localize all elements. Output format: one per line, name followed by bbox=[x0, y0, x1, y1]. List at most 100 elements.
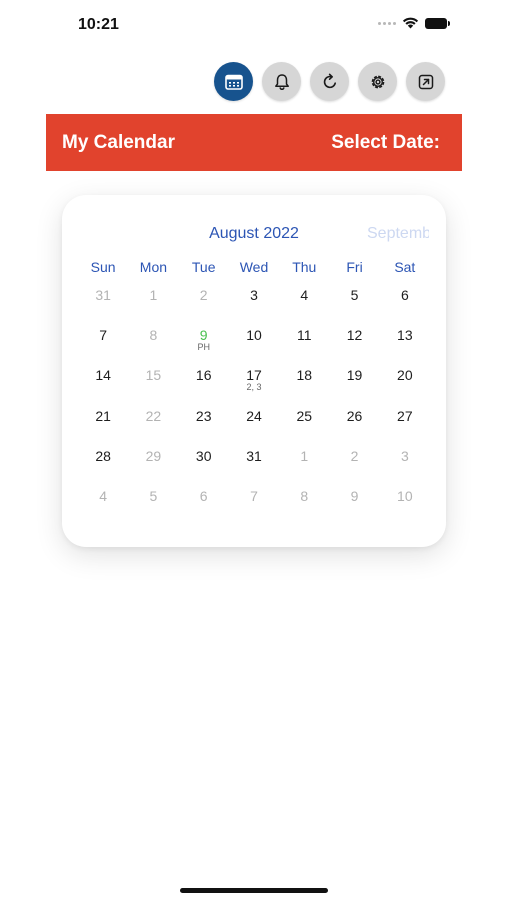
calendar-day[interactable]: 27 bbox=[380, 396, 430, 436]
day-number: 25 bbox=[296, 407, 313, 424]
calendar-day[interactable]: 3 bbox=[229, 275, 279, 315]
day-number: 21 bbox=[95, 407, 111, 424]
calendar-card: August 2022 September Sun Mon Tue Wed Th… bbox=[62, 195, 446, 547]
weekday-label: Sun bbox=[90, 259, 116, 275]
day-number: 13 bbox=[397, 327, 413, 344]
calendar-day[interactable]: 1 bbox=[128, 275, 178, 315]
day-number: 6 bbox=[400, 287, 409, 303]
days-grid: 31 1 2 3 4 5 6 7 8 9 PH 10 11 12 13 14 15 16 17 2, 3 18 19 20 2… bbox=[78, 275, 430, 516]
weekday-header: Sun Mon Tue Wed Thu Fri Sat bbox=[78, 259, 430, 275]
day-number: 4 bbox=[99, 487, 108, 504]
calendar-day[interactable]: 31 bbox=[229, 436, 279, 476]
share-button[interactable] bbox=[406, 62, 445, 101]
refresh-icon bbox=[323, 73, 336, 88]
calendar-day[interactable]: 2 bbox=[179, 275, 229, 315]
calendar-day[interactable]: 17 2, 3 bbox=[229, 355, 279, 395]
day-number: 6 bbox=[199, 487, 208, 504]
next-month-preview[interactable]: September bbox=[367, 225, 429, 243]
calendar-day[interactable]: 9 PH bbox=[179, 315, 229, 355]
day-number: 3 bbox=[250, 287, 258, 303]
calendar-day[interactable]: 6 bbox=[179, 476, 229, 516]
calendar-day[interactable]: 22 bbox=[128, 396, 178, 436]
calendar-day[interactable]: 3 bbox=[380, 436, 430, 476]
day-number: 18 bbox=[296, 367, 313, 384]
status-bar: 10:21 bbox=[0, 0, 507, 50]
day-number: 5 bbox=[350, 287, 359, 303]
day-number: 7 bbox=[250, 487, 258, 504]
calendar-day[interactable]: 23 bbox=[179, 396, 229, 436]
calendar-day[interactable]: 16 bbox=[179, 355, 229, 395]
page-title: My Calendar bbox=[62, 132, 175, 153]
calendar-day[interactable]: 8 bbox=[279, 476, 329, 516]
calendar-day[interactable]: 10 bbox=[229, 315, 279, 355]
wifi-icon bbox=[402, 17, 419, 29]
day-event-note: 2, 3 bbox=[246, 382, 262, 393]
calendar-day[interactable]: 6 bbox=[380, 275, 430, 315]
day-number: 4 bbox=[300, 287, 309, 303]
calendar-day[interactable]: 8 bbox=[128, 315, 178, 355]
calendar-day[interactable]: 2 bbox=[329, 436, 379, 476]
calendar-day[interactable]: 5 bbox=[329, 275, 379, 315]
weekday-label: Wed bbox=[239, 259, 269, 275]
calendar-day[interactable]: 30 bbox=[179, 436, 229, 476]
day-number: 30 bbox=[195, 447, 212, 464]
day-number: 2 bbox=[350, 447, 359, 464]
home-indicator bbox=[180, 888, 328, 893]
calendar-day[interactable]: 11 bbox=[279, 315, 329, 355]
refresh-button[interactable] bbox=[310, 62, 349, 101]
calendar-day[interactable]: 21 bbox=[78, 396, 128, 436]
day-number: 10 bbox=[246, 327, 262, 344]
day-number: 17 bbox=[246, 367, 262, 384]
day-number: 26 bbox=[346, 407, 363, 424]
calendar-day[interactable]: 18 bbox=[279, 355, 329, 395]
day-number: 10 bbox=[397, 487, 413, 504]
calendar-day[interactable]: 5 bbox=[128, 476, 178, 516]
calendar-day[interactable]: 13 bbox=[380, 315, 430, 355]
calendar-day[interactable]: 12 bbox=[329, 315, 379, 355]
day-number: 1 bbox=[149, 287, 158, 303]
weekday-label: Thu bbox=[292, 259, 317, 275]
toolbar bbox=[214, 62, 445, 101]
day-event-note: PH bbox=[197, 342, 210, 353]
calendar-day[interactable]: 31 bbox=[78, 275, 128, 315]
calendar-day[interactable]: 29 bbox=[128, 436, 178, 476]
calendar-day[interactable]: 25 bbox=[279, 396, 329, 436]
day-number: 9 bbox=[350, 487, 359, 504]
settings-button[interactable] bbox=[358, 62, 397, 101]
calendar-day[interactable]: 15 bbox=[128, 355, 178, 395]
calendar-day[interactable]: 28 bbox=[78, 436, 128, 476]
calendar-day[interactable]: 14 bbox=[78, 355, 128, 395]
day-number: 23 bbox=[195, 407, 212, 424]
calendar-day[interactable]: 4 bbox=[279, 275, 329, 315]
calendar-day[interactable]: 26 bbox=[329, 396, 379, 436]
share-icon bbox=[418, 74, 433, 89]
calendar-day[interactable]: 7 bbox=[78, 315, 128, 355]
calendar-day[interactable]: 9 bbox=[329, 476, 379, 516]
calendar-day[interactable]: 4 bbox=[78, 476, 128, 516]
battery-icon bbox=[425, 17, 450, 29]
day-number: 8 bbox=[300, 487, 309, 504]
calendar-day[interactable]: 1 bbox=[279, 436, 329, 476]
day-number: 1 bbox=[300, 447, 309, 464]
bell-icon bbox=[274, 73, 289, 90]
day-number: 9 bbox=[199, 327, 208, 344]
day-number: 19 bbox=[346, 367, 363, 384]
weekday-label: Tue bbox=[191, 259, 216, 275]
calendar-day[interactable]: 10 bbox=[380, 476, 430, 516]
calendar-day[interactable]: 20 bbox=[380, 355, 430, 395]
cellular-signal-icon bbox=[378, 21, 396, 25]
calendar-day[interactable]: 19 bbox=[329, 355, 379, 395]
gear-icon bbox=[371, 75, 384, 88]
day-number: 22 bbox=[145, 407, 162, 424]
calendar-day[interactable]: 7 bbox=[229, 476, 279, 516]
calendar-button[interactable] bbox=[214, 62, 253, 101]
day-number: 14 bbox=[95, 367, 111, 384]
status-indicators bbox=[378, 17, 450, 29]
calendar-day[interactable]: 24 bbox=[229, 396, 279, 436]
calendar-header: My Calendar Select Date: bbox=[46, 114, 462, 171]
select-date-button[interactable]: Select Date: bbox=[331, 132, 440, 154]
day-number: 8 bbox=[149, 327, 158, 344]
day-number: 29 bbox=[145, 447, 162, 464]
weekday-label: Sat bbox=[394, 259, 416, 275]
notifications-button[interactable] bbox=[262, 62, 301, 101]
